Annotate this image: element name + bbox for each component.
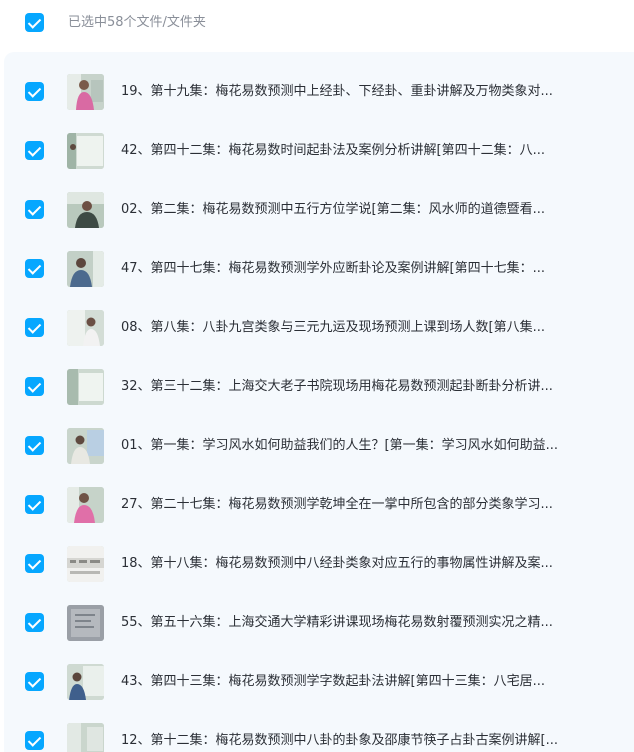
file-row[interactable]: 08、第八集：八卦九宫类象与三元九运及现场预测上课到场人数[第八集... — [4, 298, 634, 356]
file-title[interactable]: 43、第四十三集：梅花易数预测学字数起卦法讲解[第四十三集：八宅居... — [121, 672, 586, 691]
video-thumbnail-icon — [67, 664, 104, 700]
file-list: 19、第十九集：梅花易数预测中上经卦、下经卦、重卦讲解及万物类象对... 42、… — [4, 52, 634, 752]
video-thumbnail-icon — [67, 546, 104, 582]
video-thumbnail-icon — [67, 428, 104, 464]
file-row[interactable]: 47、第四十七集：梅花易数预测学外应断卦论及案例讲解[第四十七集：... — [4, 239, 634, 297]
file-title[interactable]: 18、第十八集：梅花易数预测中八经卦类象对应五行的事物属性讲解及案... — [121, 554, 586, 573]
video-thumbnail-icon — [67, 487, 104, 523]
file-row[interactable]: 01、第一集：学习风水如何助益我们的人生？[第一集：学习风水如何助益... — [4, 416, 634, 474]
file-row[interactable]: 18、第十八集：梅花易数预测中八经卦类象对应五行的事物属性讲解及案... — [4, 534, 634, 592]
file-row[interactable]: 32、第三十二集：上海交大老子书院现场用梅花易数预测起卦断卦分析讲... — [4, 357, 634, 415]
file-checkbox[interactable] — [25, 377, 44, 396]
video-thumbnail-icon — [67, 723, 104, 752]
file-title[interactable]: 02、第二集：梅花易数预测中五行方位学说[第二集：风水师的道德暨看... — [121, 200, 586, 219]
video-thumbnail-icon — [67, 605, 104, 641]
selection-header: 已选中58个文件/文件夹 — [0, 0, 634, 46]
selection-count-label: 已选中58个文件/文件夹 — [68, 15, 206, 30]
file-title[interactable]: 01、第一集：学习风水如何助益我们的人生？[第一集：学习风水如何助益... — [121, 436, 586, 455]
file-checkbox[interactable] — [25, 200, 44, 219]
file-title[interactable]: 32、第三十二集：上海交大老子书院现场用梅花易数预测起卦断卦分析讲... — [121, 377, 586, 396]
file-checkbox[interactable] — [25, 259, 44, 278]
file-row[interactable]: 55、第五十六集：上海交通大学精彩讲课现场梅花易数射覆预测实况之精... — [4, 593, 634, 651]
video-thumbnail-icon — [67, 74, 104, 110]
file-row[interactable]: 27、第二十七集：梅花易数预测学乾坤全在一掌中所包含的部分类象学习... — [4, 475, 634, 533]
file-checkbox[interactable] — [25, 613, 44, 632]
file-row[interactable]: 02、第二集：梅花易数预测中五行方位学说[第二集：风水师的道德暨看... — [4, 180, 634, 238]
file-checkbox[interactable] — [25, 141, 44, 160]
file-title[interactable]: 27、第二十七集：梅花易数预测学乾坤全在一掌中所包含的部分类象学习... — [121, 495, 586, 514]
file-checkbox[interactable] — [25, 672, 44, 691]
file-checkbox[interactable] — [25, 436, 44, 455]
video-thumbnail-icon — [67, 369, 104, 405]
video-thumbnail-icon — [67, 251, 104, 287]
file-row[interactable]: 19、第十九集：梅花易数预测中上经卦、下经卦、重卦讲解及万物类象对... — [4, 62, 634, 120]
file-title[interactable]: 47、第四十七集：梅花易数预测学外应断卦论及案例讲解[第四十七集：... — [121, 259, 586, 278]
video-thumbnail-icon — [67, 192, 104, 228]
file-checkbox[interactable] — [25, 731, 44, 750]
file-title[interactable]: 12、第十二集：梅花易数预测中八卦的卦象及邵康节筷子占卦古案例讲解[... — [121, 731, 586, 750]
file-row[interactable]: 42、第四十二集：梅花易数时间起卦法及案例分析讲解[第四十二集：八... — [4, 121, 634, 179]
file-title[interactable]: 42、第四十二集：梅花易数时间起卦法及案例分析讲解[第四十二集：八... — [121, 141, 586, 160]
file-title[interactable]: 19、第十九集：梅花易数预测中上经卦、下经卦、重卦讲解及万物类象对... — [121, 82, 586, 101]
file-row[interactable]: 12、第十二集：梅花易数预测中八卦的卦象及邵康节筷子占卦古案例讲解[... — [4, 711, 634, 752]
file-row[interactable]: 43、第四十三集：梅花易数预测学字数起卦法讲解[第四十三集：八宅居... — [4, 652, 634, 710]
select-all-checkbox[interactable] — [25, 13, 44, 32]
video-thumbnail-icon — [67, 133, 104, 169]
file-checkbox[interactable] — [25, 318, 44, 337]
file-checkbox[interactable] — [25, 495, 44, 514]
file-checkbox[interactable] — [25, 82, 44, 101]
file-checkbox[interactable] — [25, 554, 44, 573]
file-title[interactable]: 55、第五十六集：上海交通大学精彩讲课现场梅花易数射覆预测实况之精... — [121, 613, 586, 632]
video-thumbnail-icon — [67, 310, 104, 346]
file-title[interactable]: 08、第八集：八卦九宫类象与三元九运及现场预测上课到场人数[第八集... — [121, 318, 586, 337]
